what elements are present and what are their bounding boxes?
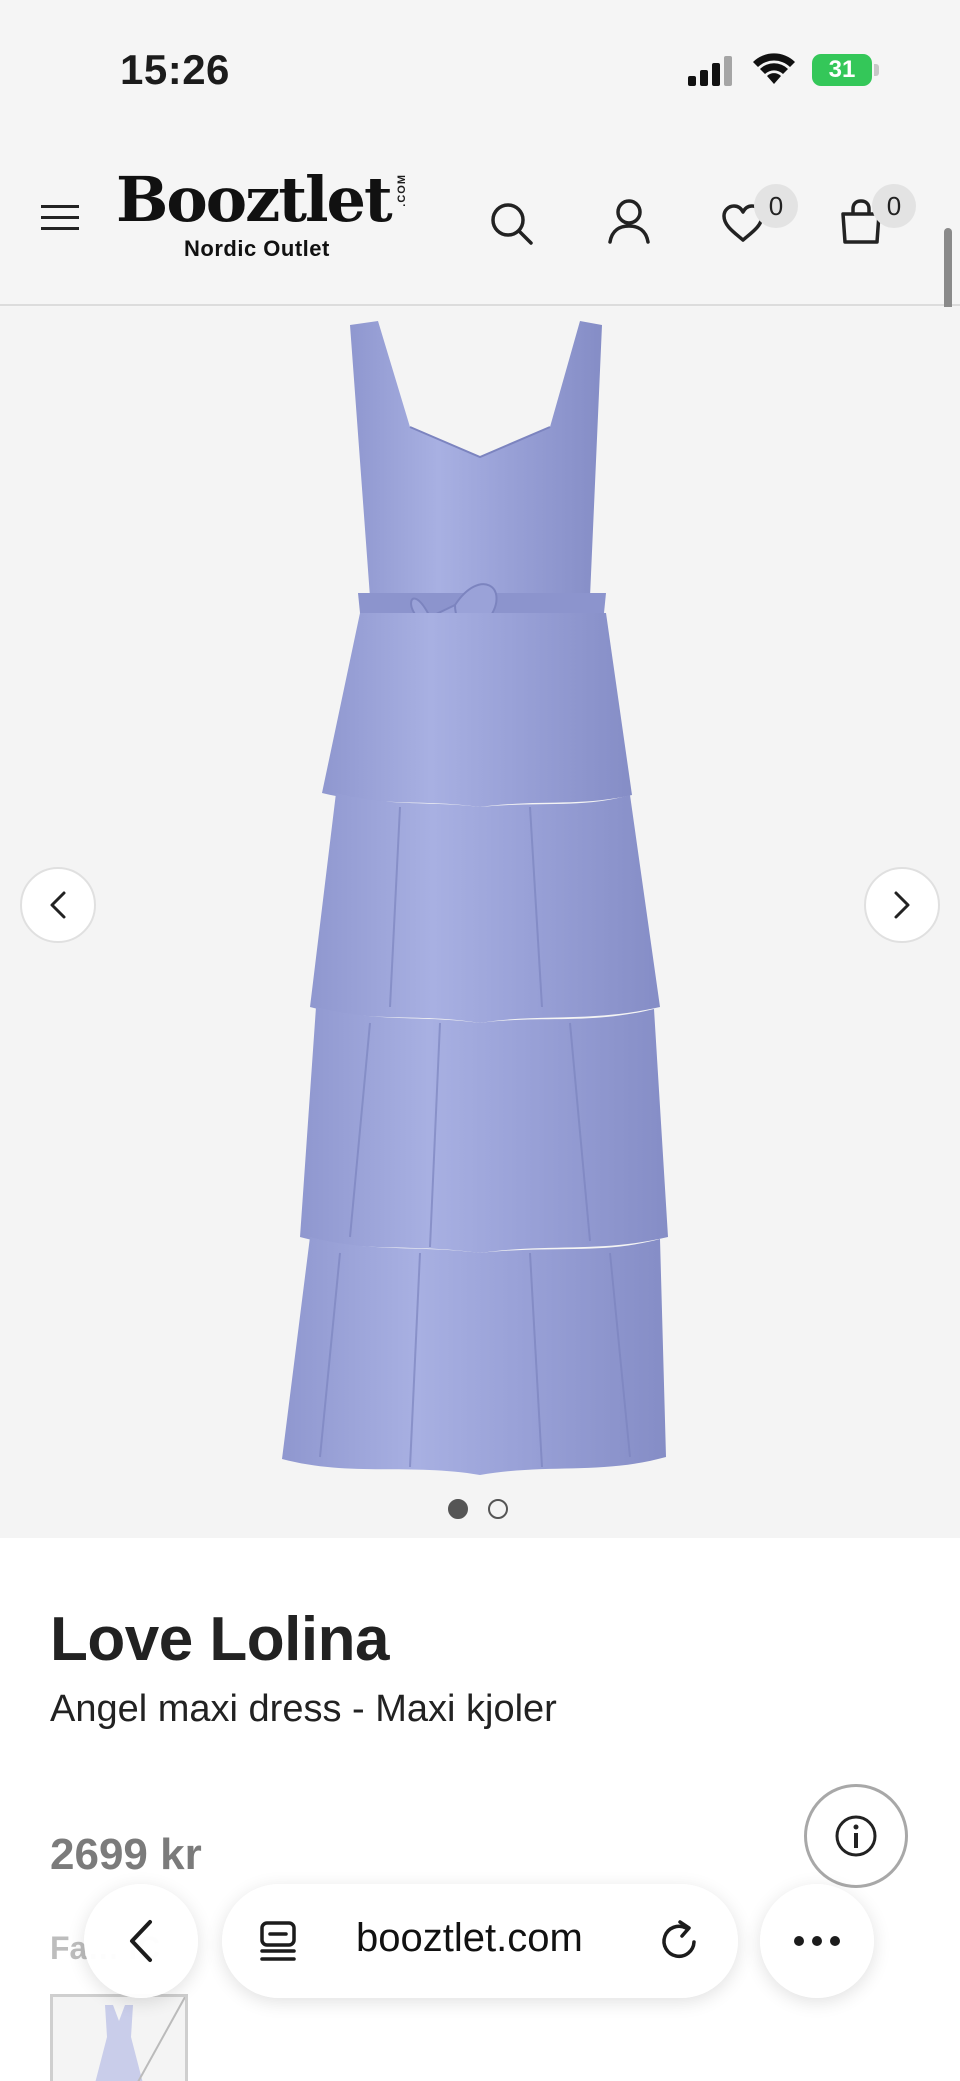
- color-swatch[interactable]: [50, 1994, 188, 2081]
- chevron-left-icon: [130, 1920, 152, 1962]
- more-icon: [812, 1936, 822, 1946]
- search-icon: [491, 203, 533, 245]
- chevron-right-icon: [894, 891, 910, 919]
- reload-icon[interactable]: [658, 1918, 702, 1964]
- pagination-dot[interactable]: [448, 1499, 468, 1519]
- wishlist-count-badge: 0: [754, 184, 798, 228]
- gallery-pagination: [448, 1499, 508, 1519]
- account-button[interactable]: [604, 196, 654, 246]
- product-price: 2699 kr: [50, 1830, 202, 1879]
- chevron-left-icon: [50, 891, 66, 919]
- pagination-dot[interactable]: [488, 1499, 508, 1519]
- previous-image-button[interactable]: [20, 867, 96, 943]
- tabs-icon[interactable]: [258, 1920, 300, 1962]
- product-image[interactable]: [280, 307, 680, 1482]
- battery-level: 31: [812, 54, 872, 86]
- url-text: booztlet.com: [356, 1916, 583, 1960]
- status-bar: 15:26 31: [0, 0, 960, 130]
- cellular-signal-icon: [688, 56, 732, 86]
- logo-main: Booztlet: [116, 163, 393, 236]
- product-gallery: [0, 307, 960, 1538]
- site-header: Booztlet .COM Nordic Outlet 0 0: [0, 130, 960, 306]
- status-time: 15:26: [120, 46, 230, 93]
- logo-com: .COM: [396, 174, 408, 207]
- product-brand[interactable]: Love Lolina: [50, 1604, 389, 1675]
- menu-button[interactable]: [36, 194, 84, 242]
- info-icon: [835, 1815, 877, 1857]
- info-button[interactable]: [804, 1784, 908, 1888]
- product-name: Angel maxi dress - Maxi kjoler: [50, 1688, 557, 1730]
- battery-cap: [874, 64, 879, 76]
- cart-count-badge: 0: [872, 184, 916, 228]
- search-button[interactable]: [486, 198, 536, 248]
- swatch-thumbnail: [95, 1997, 185, 2081]
- more-icon: [794, 1936, 804, 1946]
- user-icon: [608, 199, 650, 244]
- browser-back-button[interactable]: [84, 1884, 198, 1998]
- more-icon: [830, 1936, 840, 1946]
- address-bar[interactable]: booztlet.com: [222, 1884, 738, 1998]
- battery-icon: 31: [812, 54, 880, 86]
- wifi-icon: [753, 53, 795, 84]
- booztlet-logo[interactable]: Booztlet .COM Nordic Outlet: [116, 168, 416, 268]
- more-options-button[interactable]: [760, 1884, 874, 1998]
- menu-icon: [41, 205, 79, 230]
- next-image-button[interactable]: [864, 867, 940, 943]
- logo-subtitle: Nordic Outlet: [184, 236, 330, 261]
